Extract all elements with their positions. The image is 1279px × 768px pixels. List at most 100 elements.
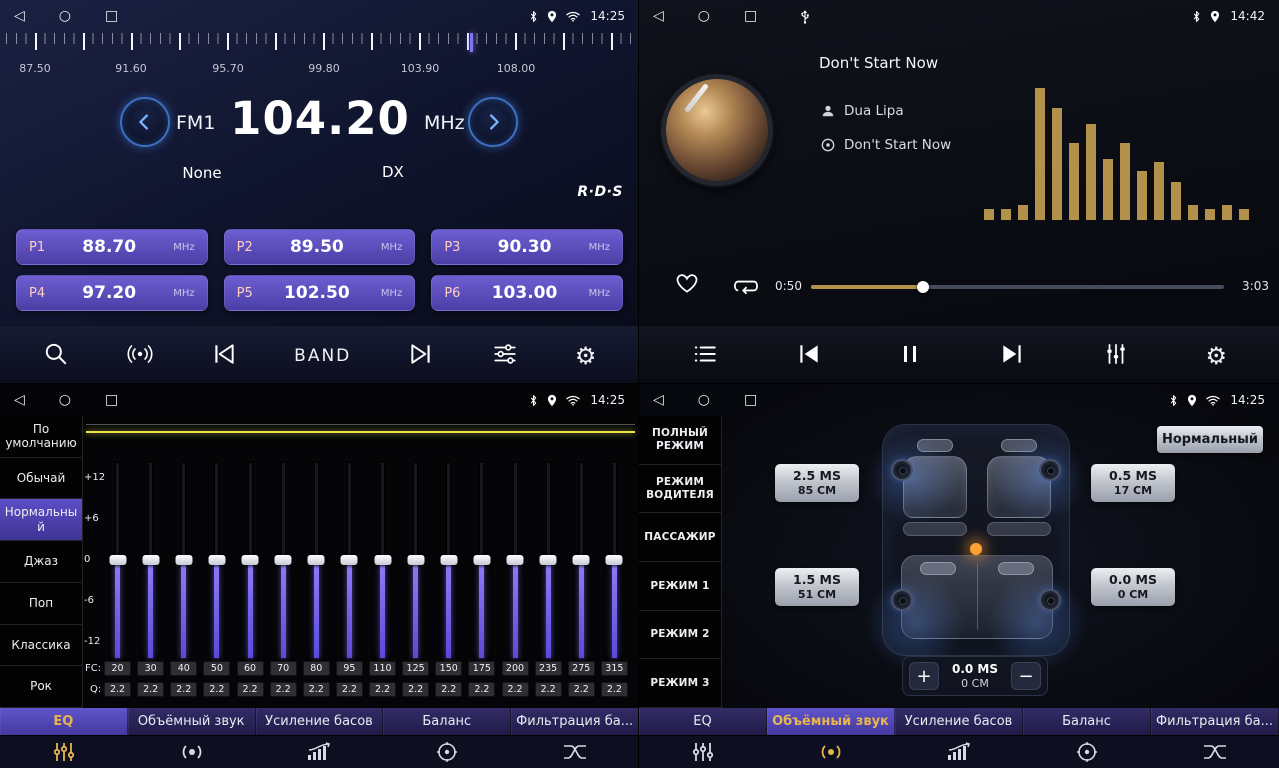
repeat-button[interactable] [731,276,761,300]
seek-bar[interactable] [811,285,1224,289]
tab-icon-filter[interactable] [1151,736,1279,768]
eq-preset-custom[interactable]: Обычай [0,458,82,500]
soundfield-preset-button[interactable]: Нормальный [1157,426,1263,453]
recents-button[interactable]: □ [105,393,118,407]
eq-band-slider[interactable] [104,462,131,658]
mode-driver[interactable]: РЕЖИМ ВОДИТЕЛЯ [639,465,721,514]
progress-knob[interactable] [917,281,929,293]
recents-button[interactable]: □ [744,9,757,23]
mode-2[interactable]: РЕЖИМ 2 [639,611,721,660]
scan-button[interactable] [43,341,69,371]
tab-icon-surround[interactable] [767,736,895,768]
eq-q-value[interactable]: 2.2 [170,682,197,697]
eq-band-slider[interactable] [270,462,297,658]
preset-p6-button[interactable]: P6 103.00 MHz [431,275,623,311]
eq-fc-value[interactable]: 125 [402,661,429,676]
previous-track-button[interactable] [795,341,823,371]
mode-3[interactable]: РЕЖИМ 3 [639,659,721,708]
eq-band-slider[interactable] [336,462,363,658]
eq-band-slider[interactable] [303,462,330,658]
eq-band-slider[interactable] [435,462,462,658]
delay-front-left-button[interactable]: 2.5 MS 85 CM [775,464,859,502]
eq-q-value[interactable]: 2.2 [104,682,131,697]
mode-full[interactable]: ПОЛНЫЙ РЕЖИМ [639,416,721,465]
tab-filter[interactable]: Фильтрация ба... [511,708,639,735]
eq-q-value[interactable]: 2.2 [137,682,164,697]
eq-fc-value[interactable]: 40 [170,661,197,676]
eq-q-value[interactable]: 2.2 [535,682,562,697]
eq-q-value[interactable]: 2.2 [336,682,363,697]
tab-bass-boost[interactable]: Усиление басов [895,708,1023,735]
eq-fc-value[interactable]: 95 [336,661,363,676]
eq-fc-value[interactable]: 80 [303,661,330,676]
tab-icon-filter[interactable] [511,736,639,768]
broadcast-button[interactable] [126,342,154,370]
eq-q-value[interactable]: 2.2 [435,682,462,697]
eq-preset-normal[interactable]: Нормальный [0,499,82,541]
eq-q-value[interactable]: 2.2 [601,682,628,697]
eq-q-value[interactable]: 2.2 [303,682,330,697]
eq-band-slider[interactable] [468,462,495,658]
previous-station-button[interactable] [211,341,237,371]
eq-fc-value[interactable]: 175 [468,661,495,676]
eq-fc-value[interactable]: 50 [203,661,230,676]
delay-decrease-button[interactable]: − [1011,662,1041,690]
settings-button[interactable]: ⚙ [575,344,597,368]
equalizer-button[interactable] [492,341,518,371]
eq-band-slider[interactable] [203,462,230,658]
preset-p5-button[interactable]: P5 102.50 MHz [224,275,416,311]
delay-increase-button[interactable]: + [909,662,939,690]
tab-bass-boost[interactable]: Усиление басов [256,708,384,735]
tab-balance[interactable]: Баланс [1023,708,1151,735]
eq-preset-default[interactable]: По умолчанию [0,416,82,458]
tune-up-button[interactable] [468,97,518,147]
band-button[interactable]: BAND [294,346,351,366]
tab-icon-eq[interactable] [639,736,767,768]
eq-band-slider[interactable] [502,462,529,658]
preset-p2-button[interactable]: P2 89.50 MHz [224,229,416,265]
eq-fc-value[interactable]: 20 [104,661,131,676]
eq-band-slider[interactable] [535,462,562,658]
eq-q-value[interactable]: 2.2 [237,682,264,697]
eq-q-value[interactable]: 2.2 [203,682,230,697]
settings-button[interactable]: ⚙ [1206,344,1228,368]
eq-fc-value[interactable]: 200 [502,661,529,676]
mode-passenger[interactable]: ПАССАЖИР [639,513,721,562]
delay-rear-right-button[interactable]: 0.0 MS 0 CM [1091,568,1175,606]
eq-q-value[interactable]: 2.2 [568,682,595,697]
home-button[interactable]: ○ [698,393,710,407]
eq-q-value[interactable]: 2.2 [502,682,529,697]
tab-icon-surround[interactable] [128,736,256,768]
tab-eq[interactable]: EQ [639,708,767,735]
tab-balance[interactable]: Баланс [383,708,511,735]
tune-down-button[interactable] [120,97,170,147]
preset-p3-button[interactable]: P3 90.30 MHz [431,229,623,265]
recents-button[interactable]: □ [744,393,757,407]
tab-icon-bass-boost[interactable] [895,736,1023,768]
tab-eq[interactable]: EQ [0,708,128,735]
audio-settings-button[interactable] [1102,341,1130,371]
back-button[interactable]: ◁ [653,393,664,407]
back-button[interactable]: ◁ [14,393,25,407]
eq-band-slider[interactable] [402,462,429,658]
eq-q-value[interactable]: 2.2 [468,682,495,697]
mode-1[interactable]: РЕЖИМ 1 [639,562,721,611]
recents-button[interactable]: □ [105,9,118,23]
eq-fc-value[interactable]: 70 [270,661,297,676]
eq-band-slider[interactable] [237,462,264,658]
eq-preset-pop[interactable]: Поп [0,583,82,625]
tab-surround[interactable]: Объёмный звук [128,708,256,735]
playlist-button[interactable] [691,341,719,371]
eq-preset-rock[interactable]: Рок [0,666,82,708]
home-button[interactable]: ○ [698,9,710,23]
eq-fc-value[interactable]: 150 [435,661,462,676]
next-track-button[interactable] [998,341,1026,371]
pause-button[interactable] [898,341,922,371]
eq-fc-value[interactable]: 315 [601,661,628,676]
delay-front-right-button[interactable]: 0.5 MS 17 CM [1091,464,1175,502]
eq-band-slider[interactable] [369,462,396,658]
eq-q-value[interactable]: 2.2 [402,682,429,697]
eq-fc-value[interactable]: 235 [535,661,562,676]
tab-icon-eq[interactable] [0,736,128,768]
preset-p4-button[interactable]: P4 97.20 MHz [16,275,208,311]
